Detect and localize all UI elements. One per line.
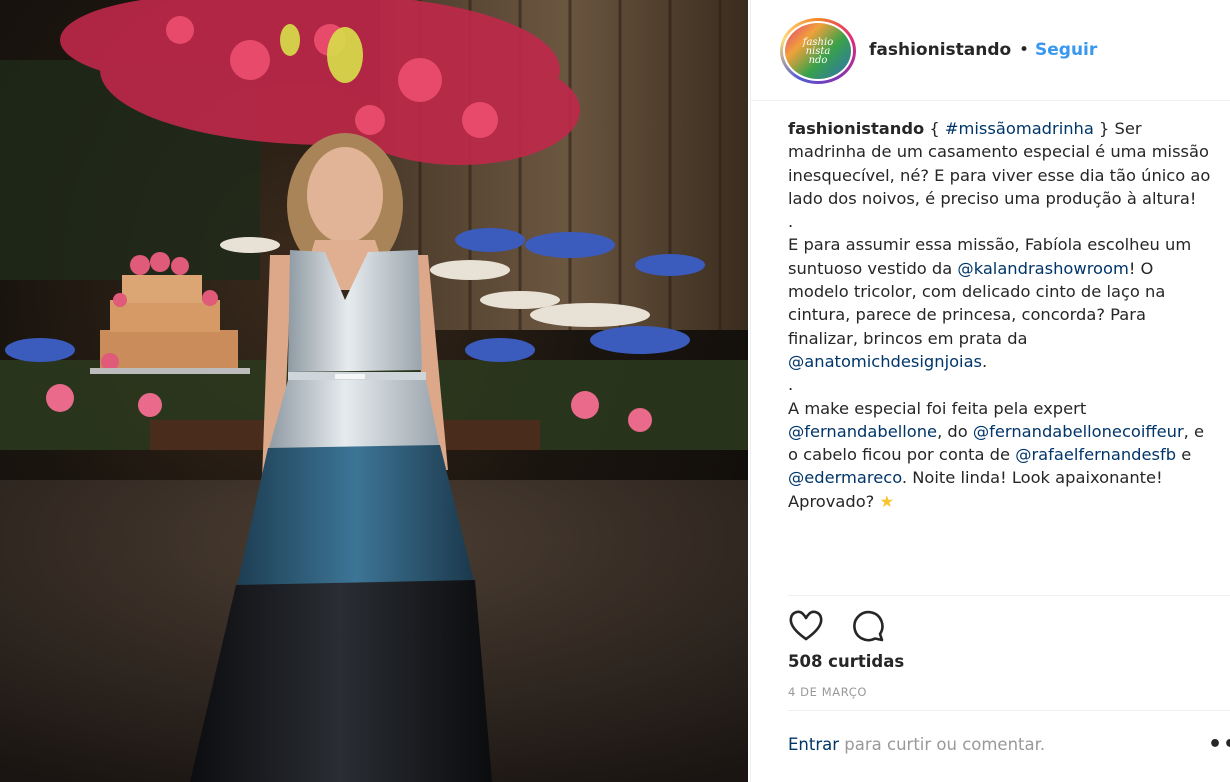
avatar[interactable]: fashio nista ndo <box>780 18 856 84</box>
login-link[interactable]: Entrar <box>788 735 839 754</box>
mention-link[interactable]: @fernandabellone <box>788 422 937 441</box>
avatar-logo-text: fashio nista ndo <box>802 36 834 66</box>
caption-text: e <box>1176 445 1192 465</box>
hashtag-link[interactable]: #missãomadrinha <box>945 119 1094 138</box>
username-link[interactable]: fashionistando <box>869 40 1011 60</box>
caption-paragraph-1: fashionistando { #missãomadrinha } Ser m… <box>788 117 1218 210</box>
caption-text: . <box>982 351 988 371</box>
caption-text: , do <box>937 421 973 441</box>
likes-count[interactable]: 508 curtidas <box>788 652 904 671</box>
login-prompt: Entrar para curtir ou comentar. <box>788 735 1045 754</box>
caption-owner-link[interactable]: fashionistando <box>788 119 924 138</box>
mention-link[interactable]: @kalandrashowroom <box>957 259 1128 278</box>
login-prompt-text: para curtir ou comentar. <box>839 735 1046 754</box>
follow-button[interactable]: Seguir <box>1035 40 1097 60</box>
post-photo[interactable] <box>0 0 748 782</box>
caption-paragraph-2: E para assumir essa missão, Fabíola esco… <box>788 233 1218 373</box>
divider <box>788 710 1230 711</box>
caption-text: A make especial foi feita pela expert <box>788 398 1087 418</box>
photo-illustration <box>0 0 748 782</box>
mention-link[interactable]: @anatomichdesignjoias <box>788 352 982 371</box>
post-date[interactable]: 4 DE MARÇO <box>788 685 867 699</box>
separator-dot: • <box>1019 40 1030 60</box>
mention-link[interactable]: @edermareco <box>788 468 902 487</box>
more-options-icon[interactable]: ••• <box>1208 732 1230 757</box>
divider <box>788 595 1230 596</box>
heart-icon[interactable] <box>788 608 824 644</box>
caption: fashionistando { #missãomadrinha } Ser m… <box>788 117 1218 513</box>
caption-dot: . <box>788 212 794 232</box>
caption-dot: . <box>788 375 794 395</box>
post-sidebar: fashio nista ndo fashionistando • Seguir… <box>750 0 1230 782</box>
comment-icon[interactable] <box>850 608 886 644</box>
caption-text: { <box>924 119 945 138</box>
caption-paragraph-3: A make especial foi feita pela expert @f… <box>788 397 1218 513</box>
star-emoji-icon: ★ <box>879 491 895 511</box>
post-header: fashio nista ndo fashionistando • Seguir <box>751 0 1230 101</box>
avatar-image: fashio nista ndo <box>783 21 853 81</box>
mention-link[interactable]: @fernandabellonecoiffeur <box>973 422 1184 441</box>
mention-link[interactable]: @rafaelfernandesfb <box>1015 445 1176 464</box>
